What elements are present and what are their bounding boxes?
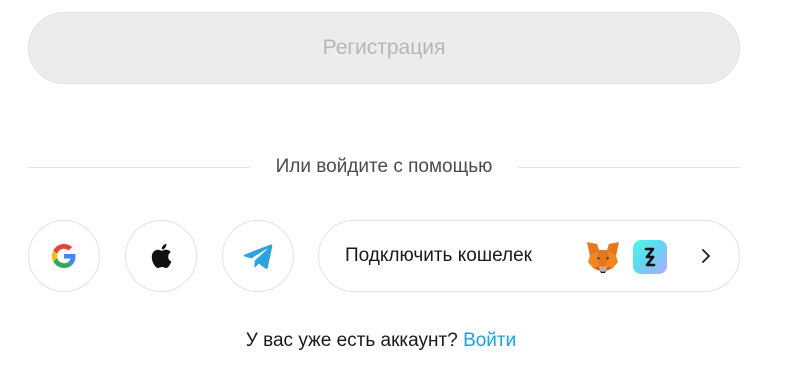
register-button-label: Регистрация xyxy=(322,36,446,59)
apple-login-button[interactable] xyxy=(125,220,197,292)
telegram-icon xyxy=(243,243,273,269)
register-button[interactable]: Регистрация xyxy=(28,12,740,84)
connect-wallet-button[interactable]: Подключить кошелек xyxy=(318,220,740,292)
divider: Или войдите с помощью xyxy=(28,152,740,182)
bitget-wallet-icon xyxy=(633,240,667,274)
login-prompt: У вас уже есть аккаунт? Войти xyxy=(0,330,762,352)
wallet-icons xyxy=(585,239,667,275)
apple-icon xyxy=(150,243,172,269)
login-question: У вас уже есть аккаунт? xyxy=(245,330,458,351)
metamask-fox-icon xyxy=(585,240,621,274)
divider-text: Или войдите с помощью xyxy=(275,156,493,177)
telegram-login-button[interactable] xyxy=(222,220,294,292)
login-link[interactable]: Войти xyxy=(463,330,516,351)
chevron-right-icon xyxy=(701,221,711,291)
google-login-button[interactable] xyxy=(28,220,100,292)
connect-wallet-label: Подключить кошелек xyxy=(345,245,532,266)
google-icon xyxy=(52,244,76,268)
divider-line-left xyxy=(28,166,250,168)
divider-line-right xyxy=(518,166,740,168)
